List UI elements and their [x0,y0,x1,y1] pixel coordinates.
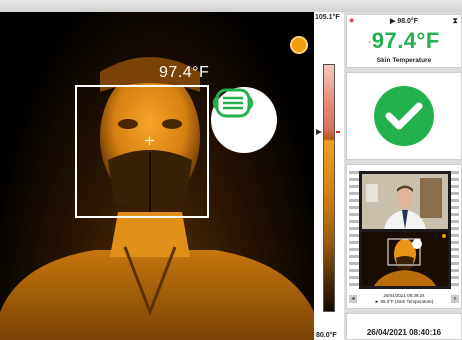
pass-status-card [346,72,462,160]
film-strip-left [349,171,359,289]
capture-history-card[interactable]: ◂ ⌕ 26/04/2021 08:39:24 ► 98.0°F (Skin T… [346,164,462,309]
scale-gradient-bar [323,64,335,312]
scale-min-label: 80.0°F [316,332,337,339]
timestamp-card: 26/04/2021 08:40:16 [346,313,462,340]
measured-temperature-label: 97.4°F [159,64,210,81]
face-detection-box [75,85,209,218]
thermal-screening-app: 97.4°F 105.1°F 80.0°F ◉ ⧗ ▶ 98.0°F ·97.4… [0,0,462,340]
thermal-camera-view: 97.4°F [0,12,314,340]
top-strip [0,0,462,12]
capture-detail: ► 98.0°F (Skin Temperature) [374,299,434,304]
capture-caption: 26/04/2021 08:39:24 ► 98.0°F (Skin Tempe… [347,293,461,305]
threshold-marker-icon [336,131,340,133]
temperature-scale: 105.1°F 80.0°F [314,12,344,340]
thermal-photo [362,232,448,286]
skin-temperature-value: ·97.4°F [347,28,461,54]
skin-temperature-text: 97.4°F [371,28,440,53]
results-panel: ◉ ⧗ ▶ 98.0°F ·97.4°F Skin Temperature ◂ … [344,12,462,340]
checkmark-icon [374,86,434,146]
scale-max-label: 105.1°F [315,14,340,21]
skin-temperature-label: Skin Temperature [376,57,432,64]
current-timestamp: 26/04/2021 08:40:16 [366,328,442,337]
threshold-label: ▶ 98.0°F [389,18,419,25]
recording-status-icon[interactable] [290,36,308,54]
mask-detected-badge [211,87,277,153]
crosshair-icon [145,136,154,145]
visible-photo [362,174,448,229]
temperature-card: ◉ ⧗ ▶ 98.0°F ·97.4°F Skin Temperature [346,14,462,68]
scale-marker-icon [316,129,322,135]
capture-thumbnail[interactable] [359,171,451,289]
face-mask-icon [212,88,254,118]
